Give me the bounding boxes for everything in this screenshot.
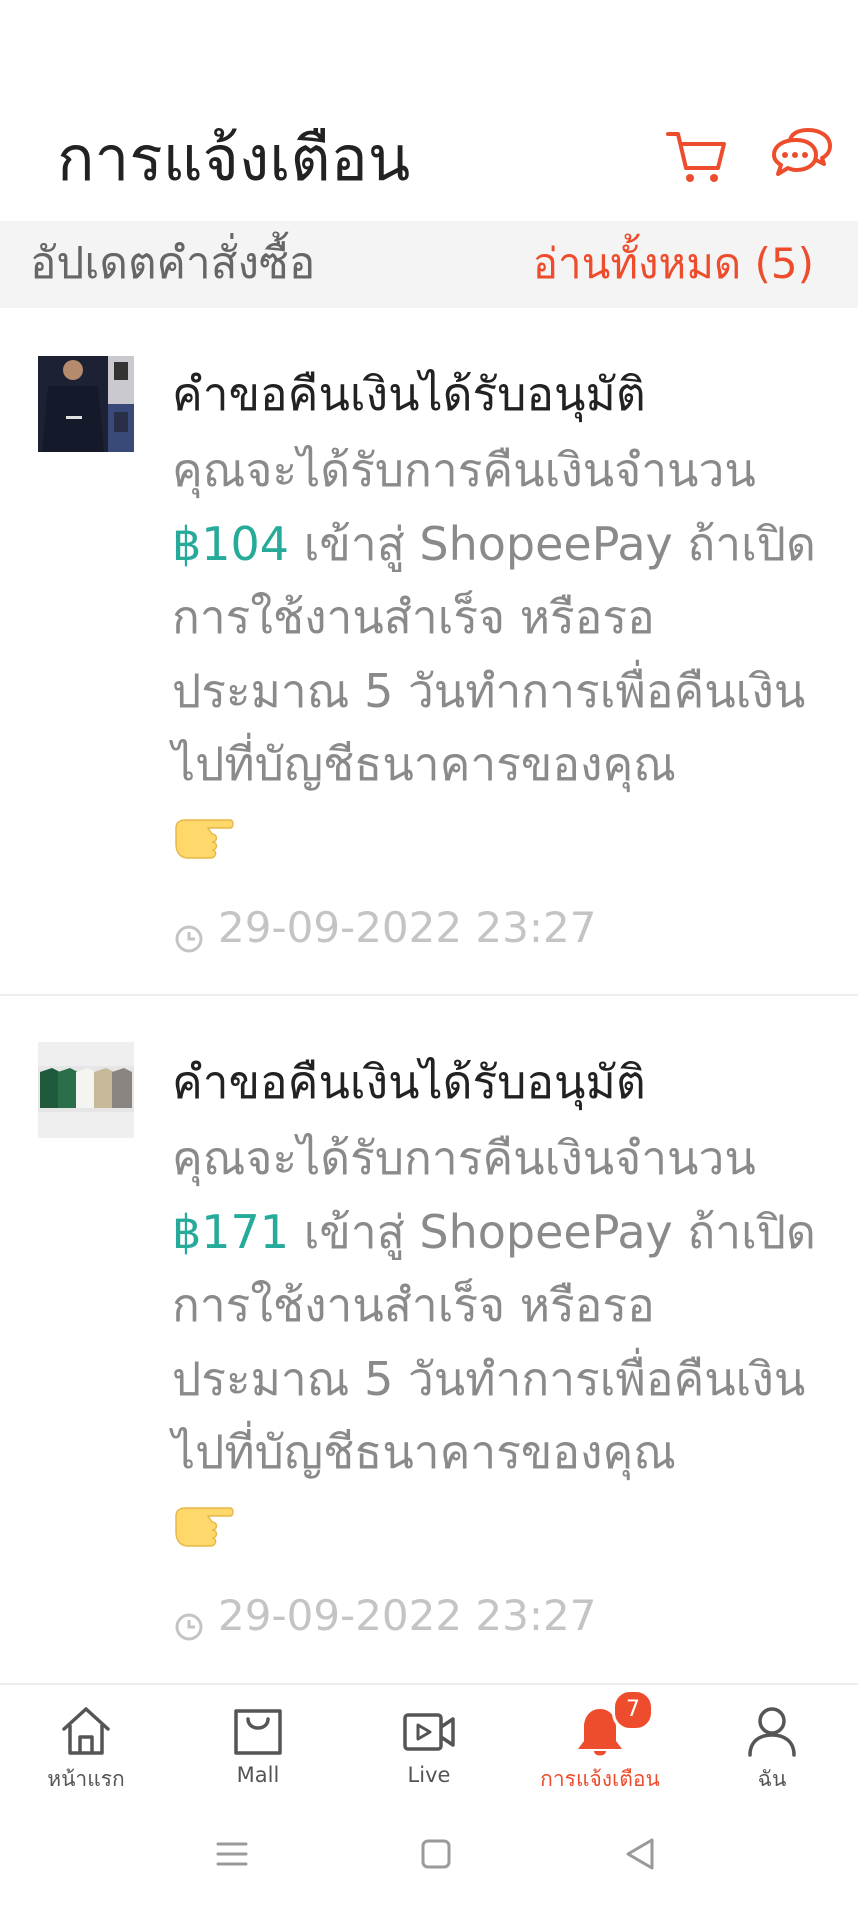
timestamp-text: 29-09-2022 23:27 bbox=[218, 1591, 597, 1640]
product-thumbnail bbox=[38, 356, 134, 452]
notification-item[interactable]: คำขอคืนเงินได้รับอนุมัติ คุณจะได้รับการค… bbox=[0, 996, 858, 1682]
nav-item-notifications[interactable]: 7 การแจ้งเตือน bbox=[514, 1685, 686, 1798]
notification-count-badge: 7 bbox=[612, 1689, 654, 1731]
back-icon[interactable] bbox=[620, 1834, 660, 1874]
notification-item[interactable]: คำขอคืนเงินได้รับอนุมัติ คุณจะได้รับการค… bbox=[0, 308, 858, 994]
notifications-page: การแจ้งเตือน อัปเดตคำสั่งซื้อ อ่านทั้งหม… bbox=[0, 0, 858, 1907]
home-icon bbox=[58, 1703, 114, 1759]
profile-icon bbox=[744, 1703, 800, 1759]
nav-label: หน้าแรก bbox=[47, 1767, 125, 1791]
notification-title: คำขอคืนเงินได้รับอนุมัติ bbox=[172, 1055, 646, 1109]
bottom-navigation: หน้าแรก Mall Live 7 การแจ้งเตือน ฉัน bbox=[0, 1683, 858, 1798]
refund-amount: ฿104 bbox=[172, 516, 290, 571]
clock-icon bbox=[174, 912, 204, 952]
message-text: คุณจะได้รับการคืนเงินจำนวน bbox=[172, 443, 756, 497]
header: การแจ้งเตือน bbox=[0, 100, 858, 221]
notification-timestamp: 29-09-2022 23:27 bbox=[174, 900, 596, 956]
notification-title: คำขอคืนเงินได้รับอนุมัติ bbox=[172, 367, 646, 421]
nav-item-home[interactable]: หน้าแรก bbox=[0, 1685, 172, 1798]
nav-label: ฉัน bbox=[757, 1767, 787, 1791]
home-button-icon[interactable] bbox=[416, 1834, 456, 1874]
section-title: อัปเดตคำสั่งซื้อ bbox=[30, 238, 316, 289]
message-text: คุณจะได้รับการคืนเงินจำนวน bbox=[172, 1131, 756, 1185]
nav-item-live[interactable]: Live bbox=[343, 1685, 515, 1798]
page-title: การแจ้งเตือน bbox=[57, 122, 411, 195]
refund-amount: ฿171 bbox=[172, 1204, 290, 1259]
pointing-hand-icon bbox=[172, 1502, 236, 1552]
clock-icon bbox=[174, 1600, 204, 1640]
recent-apps-icon[interactable] bbox=[212, 1834, 252, 1874]
live-video-icon bbox=[401, 1703, 457, 1759]
timestamp-text: 29-09-2022 23:27 bbox=[218, 903, 597, 952]
cart-icon[interactable] bbox=[664, 124, 730, 190]
system-navigation-bar bbox=[0, 1798, 858, 1907]
notification-timestamp: 29-09-2022 23:27 bbox=[174, 1588, 596, 1644]
pointing-hand-icon bbox=[172, 814, 236, 864]
chat-icon[interactable] bbox=[768, 124, 834, 190]
nav-item-me[interactable]: ฉัน bbox=[686, 1685, 858, 1798]
notification-message: คุณจะได้รับการคืนเงินจำนวน ฿171 เข้าสู่ … bbox=[172, 1122, 832, 1490]
mall-bag-icon bbox=[230, 1703, 286, 1759]
nav-label: Live bbox=[407, 1763, 451, 1787]
product-thumbnail bbox=[38, 1042, 134, 1138]
mark-all-read-button[interactable]: อ่านทั้งหมด (5) bbox=[533, 233, 814, 295]
nav-item-mall[interactable]: Mall bbox=[172, 1685, 344, 1798]
status-bar bbox=[0, 0, 858, 100]
nav-label: Mall bbox=[236, 1763, 280, 1787]
notification-message: คุณจะได้รับการคืนเงินจำนวน ฿104 เข้าสู่ … bbox=[172, 434, 832, 802]
order-updates-section-bar: อัปเดตคำสั่งซื้อ อ่านทั้งหมด (5) bbox=[0, 221, 858, 308]
nav-label: การแจ้งเตือน bbox=[540, 1767, 660, 1791]
